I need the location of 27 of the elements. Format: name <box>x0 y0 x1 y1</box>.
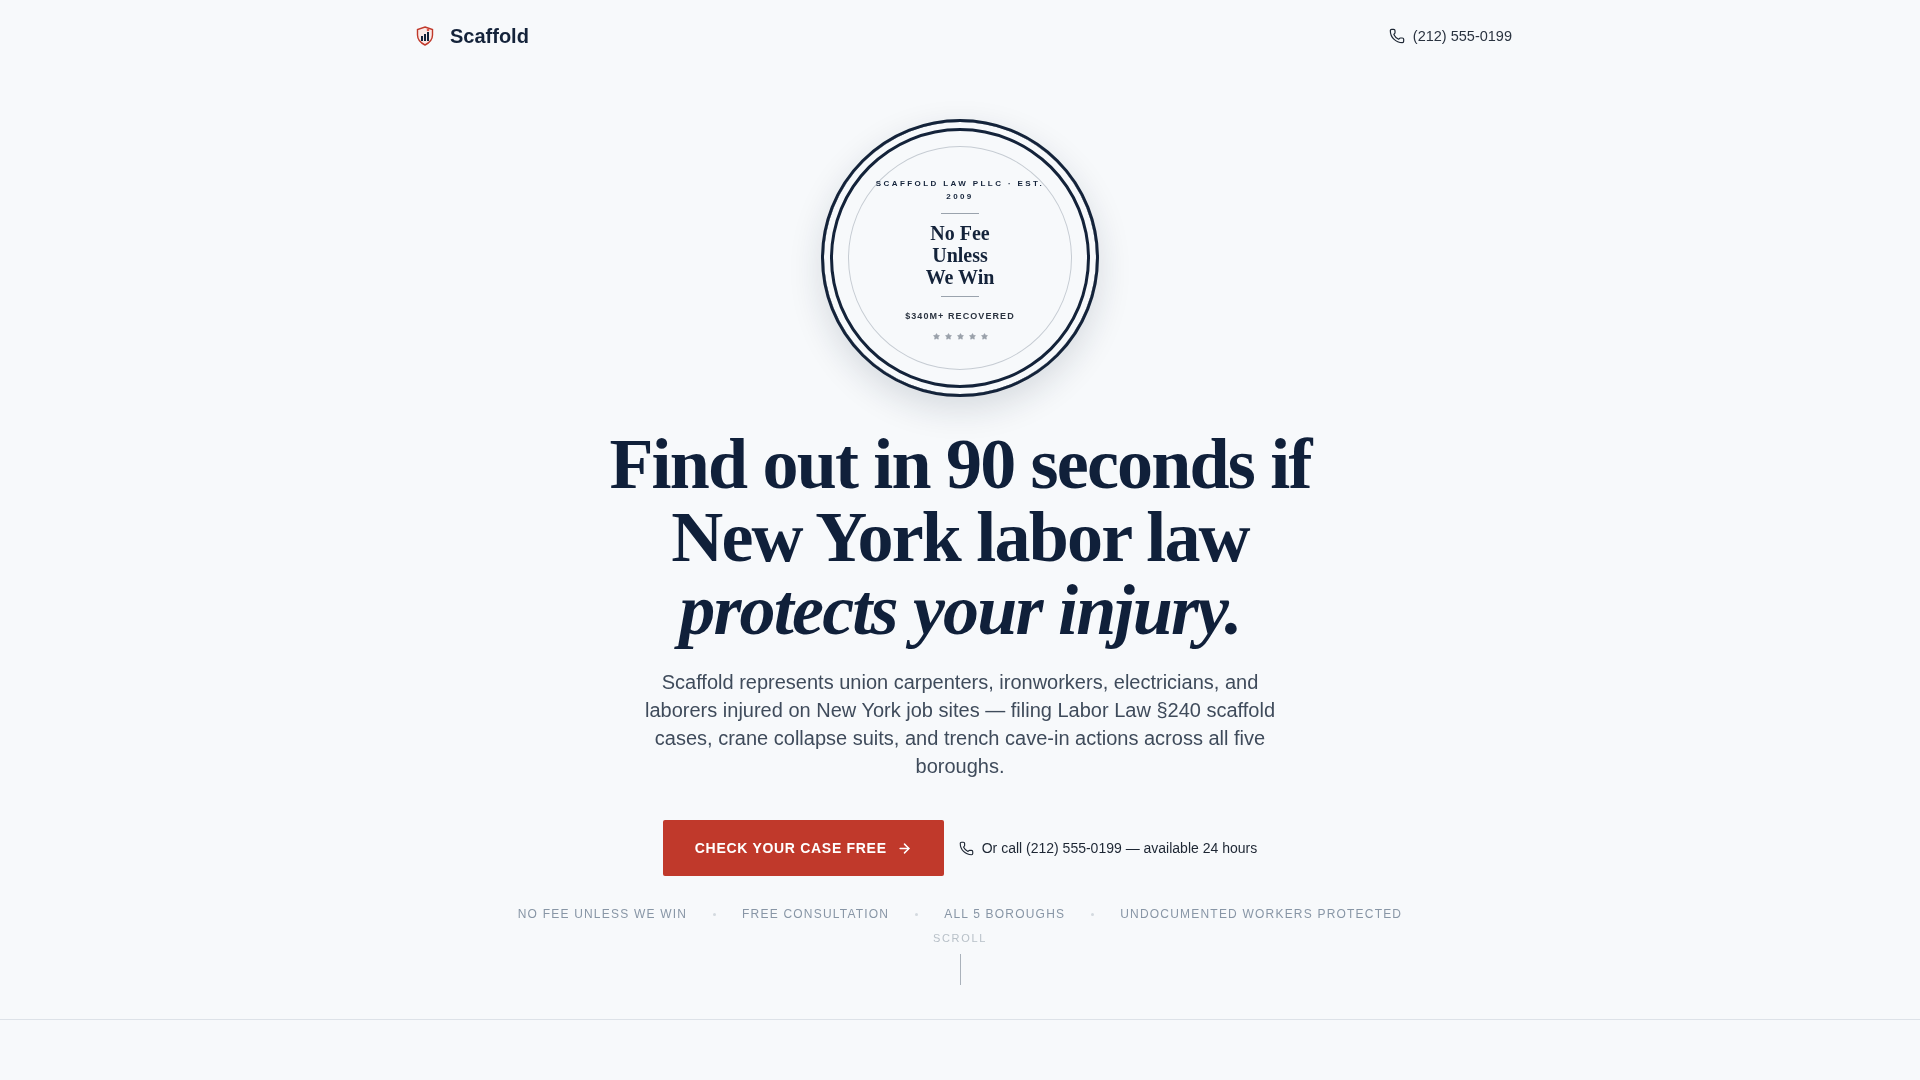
phone-icon <box>1388 28 1405 44</box>
separator-dot-icon <box>1091 912 1095 916</box>
shield-icon <box>416 26 434 46</box>
call-note: Or call (212) 555-0199 — available 24 hours <box>981 840 1258 856</box>
trust-point: ALL 5 BOROUGHS <box>944 907 1066 921</box>
phone-icon <box>958 840 974 856</box>
star-icon <box>944 332 952 340</box>
seal-stat: $340M+ RECOVERED <box>905 310 1015 321</box>
star-icon <box>968 332 976 340</box>
arrow-right-icon <box>896 840 912 856</box>
brand-link[interactable]: Scaffold <box>416 24 529 48</box>
separator-dot-icon <box>713 912 717 916</box>
star-icon <box>980 332 988 340</box>
star-icon <box>956 332 964 340</box>
seal-firm-text: SCAFFOLD LAW PLLC · EST. 2009 <box>874 177 1046 203</box>
hero-headline: Find out in 90 seconds if New York labor law protects your injury. <box>608 428 1313 647</box>
seal-title: No Fee Unless We Win <box>924 221 996 288</box>
check-case-button[interactable]: CHECK YOUR CASE FREE <box>662 820 944 876</box>
hero-description: Scaffold represents union carpenters, ironworkers, electricians, and laborers injured on New York job sites — filing Labor Law §240 scaffold cases, crane collapse suits, and trench cave-in actions across all five boroughs. <box>644 670 1276 779</box>
trust-point: NO FEE UNLESS WE WIN <box>517 907 688 921</box>
star-icon <box>932 332 940 340</box>
separator-dot-icon <box>915 912 919 916</box>
phone-link[interactable]: (212) 555-0199 <box>1388 28 1512 44</box>
scroll-hint: SCROLL <box>933 932 987 944</box>
scroll-line-icon <box>959 954 961 985</box>
trust-point: UNDOCUMENTED WORKERS PROTECTED <box>1120 907 1403 921</box>
trust-point: FREE CONSULTATION <box>742 907 890 921</box>
